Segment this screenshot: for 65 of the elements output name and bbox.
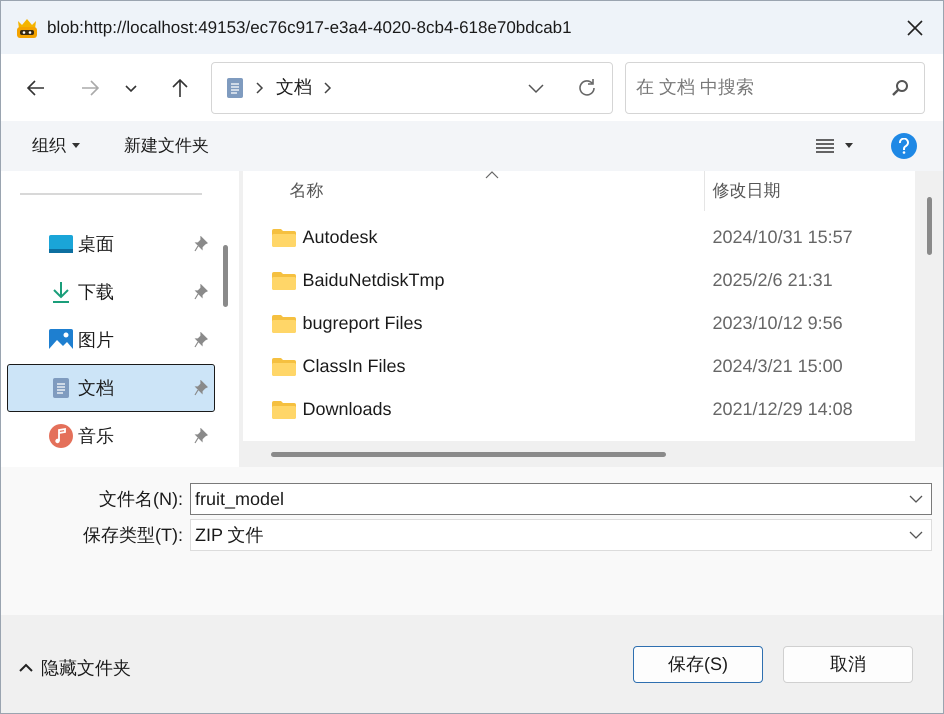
view-menu-icon[interactable] <box>815 137 853 155</box>
file-name[interactable]: Autodesk <box>302 224 712 251</box>
file-date: 2025/2/6 21:31 <box>712 269 833 292</box>
save-button[interactable]: 保存(S) <box>633 646 763 682</box>
document-icon <box>226 76 244 98</box>
field-label: 保存类型(T): <box>82 524 184 547</box>
sidebar-label: 文档 <box>78 376 114 400</box>
folder-icon <box>272 400 296 418</box>
sidebar-item[interactable]: 音乐 <box>7 412 215 460</box>
close-icon[interactable] <box>905 18 925 38</box>
scrollbar-thumb[interactable] <box>223 245 228 307</box>
sort-up-icon[interactable] <box>484 171 498 179</box>
app-icon <box>15 16 39 38</box>
scrollbar-thumb[interactable] <box>926 197 932 255</box>
caret-down-icon <box>72 143 80 149</box>
help-icon[interactable] <box>891 133 917 159</box>
column-header[interactable]: 名称 <box>290 178 704 204</box>
pin-icon[interactable] <box>194 332 208 348</box>
chevron-down-icon[interactable] <box>909 530 923 540</box>
address-bar[interactable]: 文档 <box>211 62 613 114</box>
pin-icon[interactable] <box>194 428 208 444</box>
picture-icon <box>48 328 74 352</box>
sidebar-label: 下载 <box>78 280 114 304</box>
file-type-dropdown[interactable]: ZIP 文件 <box>190 519 932 551</box>
window-title: blob:http://localhost:49153/ec76c917-e3a4-4020-8cb4-618e70bdcab1 <box>47 16 572 39</box>
chevron-right-icon[interactable] <box>324 82 332 94</box>
field-label: 文件名(N): <box>98 488 184 511</box>
file-name[interactable]: Downloads <box>302 396 712 423</box>
search-icon[interactable] <box>891 78 909 96</box>
file-date: 2021/12/29 14:08 <box>712 398 853 421</box>
file-name[interactable]: ClassIn Files <box>302 353 712 380</box>
music-note-icon <box>48 424 74 448</box>
sidebar-item[interactable]: 文档 <box>7 364 215 412</box>
search-field[interactable]: 在 文档 中搜索 <box>625 62 925 114</box>
folder-icon <box>272 272 296 290</box>
sidebar-item[interactable]: 图片 <box>7 316 215 364</box>
pin-icon[interactable] <box>194 236 208 252</box>
cancel-button[interactable]: 取消 <box>783 646 913 682</box>
sidebar-item[interactable]: 桌面 <box>7 220 215 268</box>
chevron-right-icon <box>256 82 264 94</box>
sidebar-item[interactable]: 下载 <box>7 268 215 316</box>
sidebar-label: 桌面 <box>78 232 114 256</box>
file-date: 2023/10/12 9:56 <box>712 312 843 335</box>
file-date: 2024/10/31 15:57 <box>712 226 853 249</box>
folder-icon <box>272 358 296 376</box>
hide-folders-button[interactable]: 隐藏文件夹 <box>19 654 131 682</box>
chevron-down-icon[interactable] <box>909 494 923 504</box>
pin-icon[interactable] <box>194 380 208 396</box>
breadcrumb-item[interactable]: 文档 <box>276 74 312 101</box>
desktop-icon <box>48 232 74 256</box>
sidebar-label: 图片 <box>78 328 114 352</box>
filename-field[interactable]: fruit_model <box>190 483 932 515</box>
folder-icon <box>272 228 296 246</box>
file-name[interactable]: bugreport Files <box>302 310 712 337</box>
folder-icon <box>272 314 296 332</box>
column-header[interactable]: 修改日期 <box>712 178 780 204</box>
pin-icon[interactable] <box>194 284 208 300</box>
new-folder-button[interactable]: 新建文件夹 <box>124 133 209 159</box>
file-date: 2024/3/21 15:00 <box>712 355 843 378</box>
chevron-up-icon <box>19 663 33 673</box>
organize-menu[interactable]: 组织 <box>32 133 80 159</box>
refresh-icon[interactable] <box>576 76 598 98</box>
sidebar-label: 音乐 <box>78 424 114 448</box>
scrollbar-thumb[interactable] <box>270 452 666 456</box>
file-name[interactable]: BaiduNetdiskTmp <box>302 267 712 294</box>
